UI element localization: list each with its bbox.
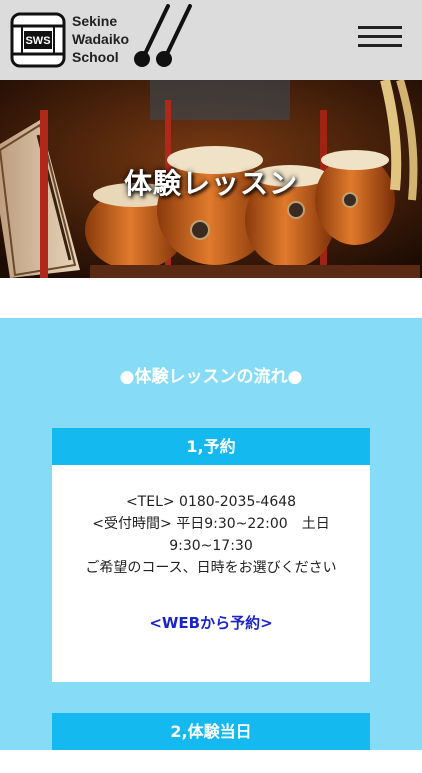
tel-line: <TEL> 0180-2035-4648: [125, 494, 297, 510]
menu-bar: [358, 26, 402, 29]
flow-heading: ●体験レッスンの流れ●: [119, 367, 303, 387]
step-card-body: <TEL> 0180-2035-4648 <受付時間> 平日9:30~22:00…: [52, 465, 370, 634]
lesson-flow-section: ●体験レッスンの流れ● 1,予約 <TEL> 0180-2035-4648 <受…: [0, 318, 422, 773]
menu-bar: [358, 44, 402, 47]
hero-banner: 体験レッスン: [0, 80, 422, 278]
step-card-title: 2,体験当日: [52, 713, 370, 750]
step-card-lesson-day: 2,体験当日: [52, 713, 370, 773]
step-card-title: 1,予約: [52, 428, 370, 465]
logo-drum-icon[interactable]: SWS: [10, 12, 66, 68]
drumsticks-icon: [134, 4, 192, 67]
site-header: SWS Sekine Wadaiko School: [0, 0, 422, 80]
hero-title: 体験レッスン: [123, 167, 298, 200]
menu-bar: [358, 35, 402, 38]
logo-badge-text: SWS: [25, 35, 50, 47]
hours-line: <受付時間> 平日9:30~22:00 土日: [92, 516, 330, 532]
hamburger-menu-icon[interactable]: [356, 20, 404, 56]
instruction-line: ご希望のコース、日時をお選びください: [85, 560, 337, 576]
step-card-reservation: 1,予約 <TEL> 0180-2035-4648 <受付時間> 平日9:30~…: [52, 428, 370, 682]
hours-line-weekend: 9:30~17:30: [169, 538, 253, 554]
web-reservation-link[interactable]: <WEBから予約>: [52, 612, 370, 634]
